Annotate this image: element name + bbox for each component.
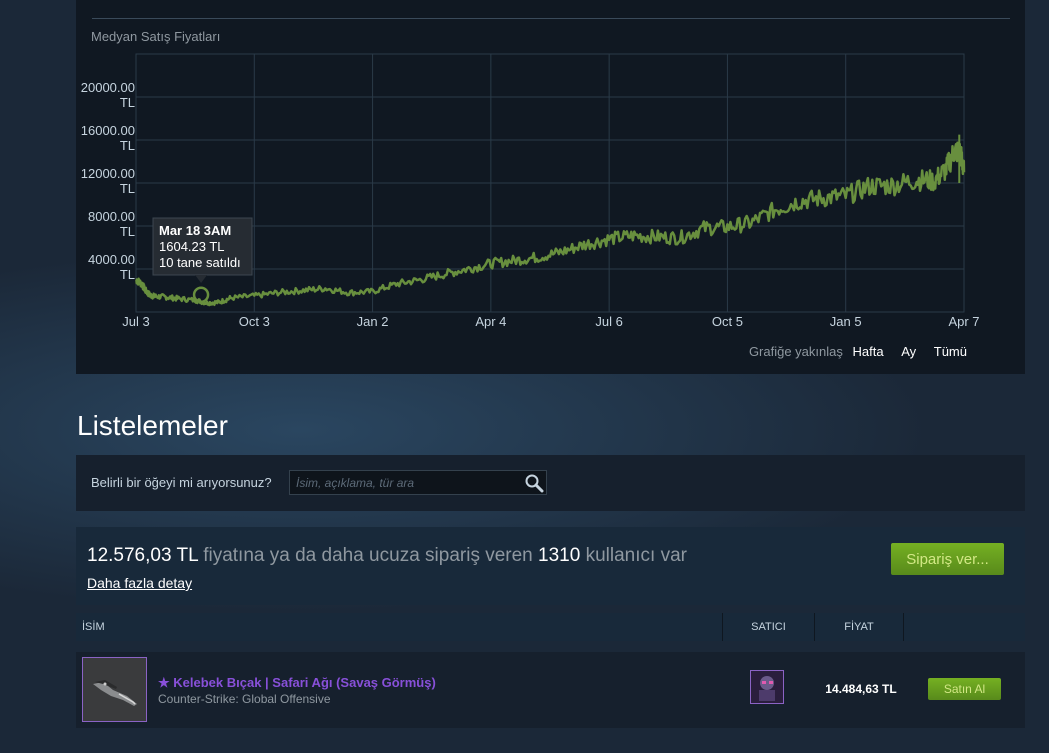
- x-tick-label: Jul 3: [122, 314, 149, 329]
- listings-table-header: İSİM SATICI FİYAT: [76, 613, 1025, 641]
- buy-order-suffix: kullanıcı var: [580, 545, 687, 566]
- seller-avatar[interactable]: [750, 670, 784, 704]
- butterfly-knife-icon: [93, 680, 137, 706]
- item-name-link[interactable]: ★ Kelebek Bıçak | Safari Ağı (Savaş Görm…: [158, 675, 436, 691]
- item-price: 14.484,63 TL: [825, 682, 897, 696]
- zoom-label: Grafiğe yakınlaş: [748, 344, 843, 359]
- x-tick-label: Jan 5: [830, 314, 862, 329]
- item-game-name: Counter-Strike: Global Offensive: [158, 692, 331, 706]
- x-tick-label: Oct 3: [239, 314, 270, 329]
- x-tick-label: Jul 6: [595, 314, 622, 329]
- chart-tooltip: Mar 18 3AM1604.23 TL10 tane satıldı: [152, 217, 253, 283]
- price-series-line: [135, 141, 966, 307]
- x-tick-label: Apr 4: [475, 314, 506, 329]
- buy-now-button[interactable]: Satın Al: [928, 678, 1001, 700]
- tooltip-pointer: [195, 275, 208, 283]
- listing-search-bar: Belirli bir öğeyi mi arıyorsunuz?: [76, 455, 1025, 511]
- buy-order-summary: 12.576,03 TL fiyatına ya da daha ucuza s…: [87, 545, 687, 567]
- buy-order-box: 12.576,03 TL fiyatına ya da daha ucuza s…: [76, 527, 1025, 605]
- price-history-panel: Medyan Satış Fiyatları Jul 3 Oct 3 Jan 2 Ap…: [76, 0, 1025, 374]
- x-tick-label: Jan 2: [357, 314, 389, 329]
- zoom-month-link[interactable]: Ay: [901, 344, 916, 359]
- x-tick-label: Apr 7: [948, 314, 979, 329]
- y-tick-label: 20000.00 TL: [81, 80, 135, 110]
- more-details-link[interactable]: Daha fazla detay: [87, 575, 192, 591]
- avatar-icon: [751, 671, 783, 703]
- y-tick-label: 8000.00 TL: [88, 209, 135, 239]
- zoom-all-link[interactable]: Tümü: [934, 344, 967, 359]
- listings-heading: Listelemeler: [77, 410, 228, 441]
- buy-order-count: 1310: [538, 545, 581, 566]
- search-label: Belirli bir öğeyi mi arıyorsunuz?: [91, 475, 272, 490]
- listing-row: ★ Kelebek Bıçak | Safari Ağı (Savaş Görm…: [76, 652, 1025, 728]
- y-tick-label: 4000.00 TL: [88, 252, 135, 282]
- tooltip-date: Mar 18 3AM: [159, 223, 231, 238]
- y-tick-label: 12000.00 TL: [81, 166, 135, 196]
- column-header-seller: SATICI: [722, 613, 814, 641]
- chart-zoom-controls: Grafiğe yakınlaş Hafta Ay Tümü: [743, 344, 967, 359]
- tooltip-price: 1604.23 TL: [159, 239, 225, 254]
- column-header-name: İSİM: [82, 621, 105, 633]
- y-tick-label: 16000.00 TL: [81, 123, 135, 153]
- buy-order-price: 12.576,03 TL: [87, 545, 198, 566]
- place-order-button[interactable]: Sipariş ver...: [891, 543, 1004, 575]
- item-image[interactable]: [82, 657, 147, 722]
- price-chart[interactable]: Jul 3 Oct 3 Jan 2 Apr 4 Jul 6 Oct 5 Jan 5 Apr 7…: [76, 0, 1025, 374]
- search-input[interactable]: [289, 470, 547, 495]
- tooltip-sold-count: 10 tane satıldı: [159, 255, 241, 270]
- column-header-price: FİYAT: [814, 613, 904, 641]
- hover-point-marker: [192, 286, 210, 304]
- x-tick-label: Oct 5: [712, 314, 743, 329]
- buy-order-middle-text: fiyatına ya da daha ucuza sipariş veren: [197, 545, 539, 566]
- search-icon[interactable]: [524, 473, 544, 493]
- zoom-week-link[interactable]: Hafta: [853, 344, 884, 359]
